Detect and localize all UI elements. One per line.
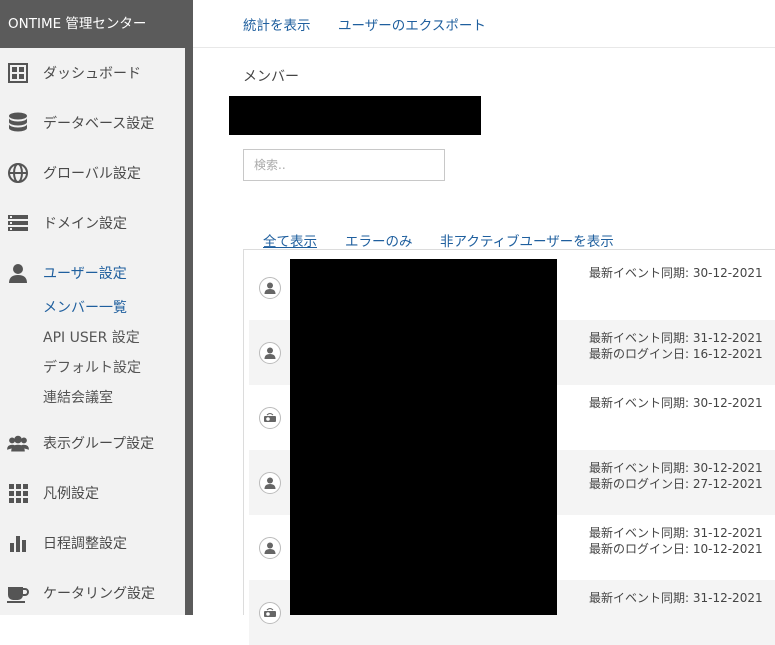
user-icon bbox=[259, 342, 281, 364]
member-meta: 最新イベント同期: 30-12-2021 bbox=[589, 395, 763, 411]
sidebar-item-catering[interactable]: ケータリング設定 bbox=[0, 575, 185, 611]
sidebar-subitem-default-settings[interactable]: デフォルト設定 bbox=[43, 357, 141, 377]
group-icon bbox=[7, 432, 29, 454]
filter-errors-only[interactable]: エラーのみ bbox=[345, 230, 413, 250]
last-login: 最新のログイン日: 10-12-2021 bbox=[589, 542, 763, 556]
sidebar-item-display-groups[interactable]: 表示グループ設定 bbox=[0, 425, 185, 461]
user-icon bbox=[259, 472, 281, 494]
sidebar-item-label: ダッシュボード bbox=[43, 66, 141, 82]
redacted-block bbox=[229, 96, 481, 135]
filter-show-inactive[interactable]: 非アクティブユーザーを表示 bbox=[440, 230, 614, 250]
coffee-icon bbox=[7, 582, 29, 604]
last-event-sync: 最新イベント同期: 31-12-2021 bbox=[589, 526, 763, 540]
sidebar-scrollbar[interactable] bbox=[185, 0, 193, 615]
last-login: 最新のログイン日: 16-12-2021 bbox=[589, 347, 763, 361]
sidebar-item-label: グローバル設定 bbox=[43, 166, 141, 182]
member-meta: 最新イベント同期: 31-12-2021 bbox=[589, 590, 763, 606]
sidebar-item-global[interactable]: グローバル設定 bbox=[0, 155, 185, 191]
sidebar-item-dashboard[interactable]: ダッシュボード bbox=[0, 55, 185, 91]
last-event-sync: 最新イベント同期: 31-12-2021 bbox=[589, 591, 763, 605]
bar-chart-icon bbox=[7, 532, 29, 554]
sidebar-item-database[interactable]: データベース設定 bbox=[0, 105, 185, 141]
filter-show-all[interactable]: 全て表示 bbox=[263, 230, 317, 250]
database-icon bbox=[7, 112, 29, 134]
sidebar-item-scheduling[interactable]: 日程調整設定 bbox=[0, 525, 185, 561]
export-users-link[interactable]: ユーザーのエクスポート bbox=[338, 14, 486, 34]
sidebar-item-label: 表示グループ設定 bbox=[43, 436, 155, 452]
member-meta: 最新イベント同期: 31-12-2021 最新のログイン日: 10-12-202… bbox=[589, 525, 763, 557]
last-login: 最新のログイン日: 27-12-2021 bbox=[589, 477, 763, 491]
sidebar-subitem-api-user[interactable]: API USER 設定 bbox=[43, 327, 140, 347]
member-meta: 最新イベント同期: 30-12-2021 最新のログイン日: 27-12-202… bbox=[589, 460, 763, 492]
member-meta: 最新イベント同期: 30-12-2021 bbox=[589, 265, 763, 281]
projector-icon bbox=[259, 602, 281, 624]
sidebar-item-domain[interactable]: ドメイン設定 bbox=[0, 205, 185, 241]
last-event-sync: 最新イベント同期: 31-12-2021 bbox=[589, 331, 763, 345]
last-event-sync: 最新イベント同期: 30-12-2021 bbox=[589, 396, 763, 410]
sidebar-item-label: ユーザー設定 bbox=[43, 266, 127, 282]
user-icon bbox=[259, 277, 281, 299]
page-title: メンバー bbox=[243, 69, 299, 85]
last-event-sync: 最新イベント同期: 30-12-2021 bbox=[589, 266, 763, 280]
sidebar-item-label: データベース設定 bbox=[43, 116, 155, 132]
dashboard-icon bbox=[7, 62, 29, 84]
divider bbox=[243, 249, 775, 250]
server-icon bbox=[7, 212, 29, 234]
sidebar-item-legend[interactable]: 凡例設定 bbox=[0, 475, 185, 511]
sidebar: ONTIME 管理センター ダッシュボード データベース設定 グローバル設定 ド… bbox=[0, 0, 193, 615]
sidebar-item-label: ケータリング設定 bbox=[43, 586, 155, 602]
sidebar-subitem-linked-rooms[interactable]: 連結会議室 bbox=[43, 387, 113, 407]
projector-icon bbox=[259, 407, 281, 429]
sidebar-item-label: 日程調整設定 bbox=[43, 536, 127, 552]
member-meta: 最新イベント同期: 31-12-2021 最新のログイン日: 16-12-202… bbox=[589, 330, 763, 362]
app-title: ONTIME 管理センター bbox=[0, 0, 193, 48]
view-statistics-link[interactable]: 統計を表示 bbox=[243, 14, 311, 34]
top-bar: 統計を表示 ユーザーのエクスポート bbox=[193, 0, 775, 48]
sidebar-item-user-settings[interactable]: ユーザー設定 bbox=[0, 255, 185, 291]
sidebar-item-label: 凡例設定 bbox=[43, 486, 99, 502]
last-event-sync: 最新イベント同期: 30-12-2021 bbox=[589, 461, 763, 475]
user-icon bbox=[7, 262, 29, 284]
globe-icon bbox=[7, 162, 29, 184]
divider bbox=[243, 249, 244, 615]
sidebar-subitem-member-list[interactable]: メンバー一覧 bbox=[43, 297, 127, 317]
search-input[interactable] bbox=[243, 149, 445, 181]
redacted-block bbox=[290, 259, 557, 615]
sidebar-item-label: ドメイン設定 bbox=[43, 216, 127, 232]
grid-icon bbox=[7, 482, 29, 504]
user-icon bbox=[259, 537, 281, 559]
